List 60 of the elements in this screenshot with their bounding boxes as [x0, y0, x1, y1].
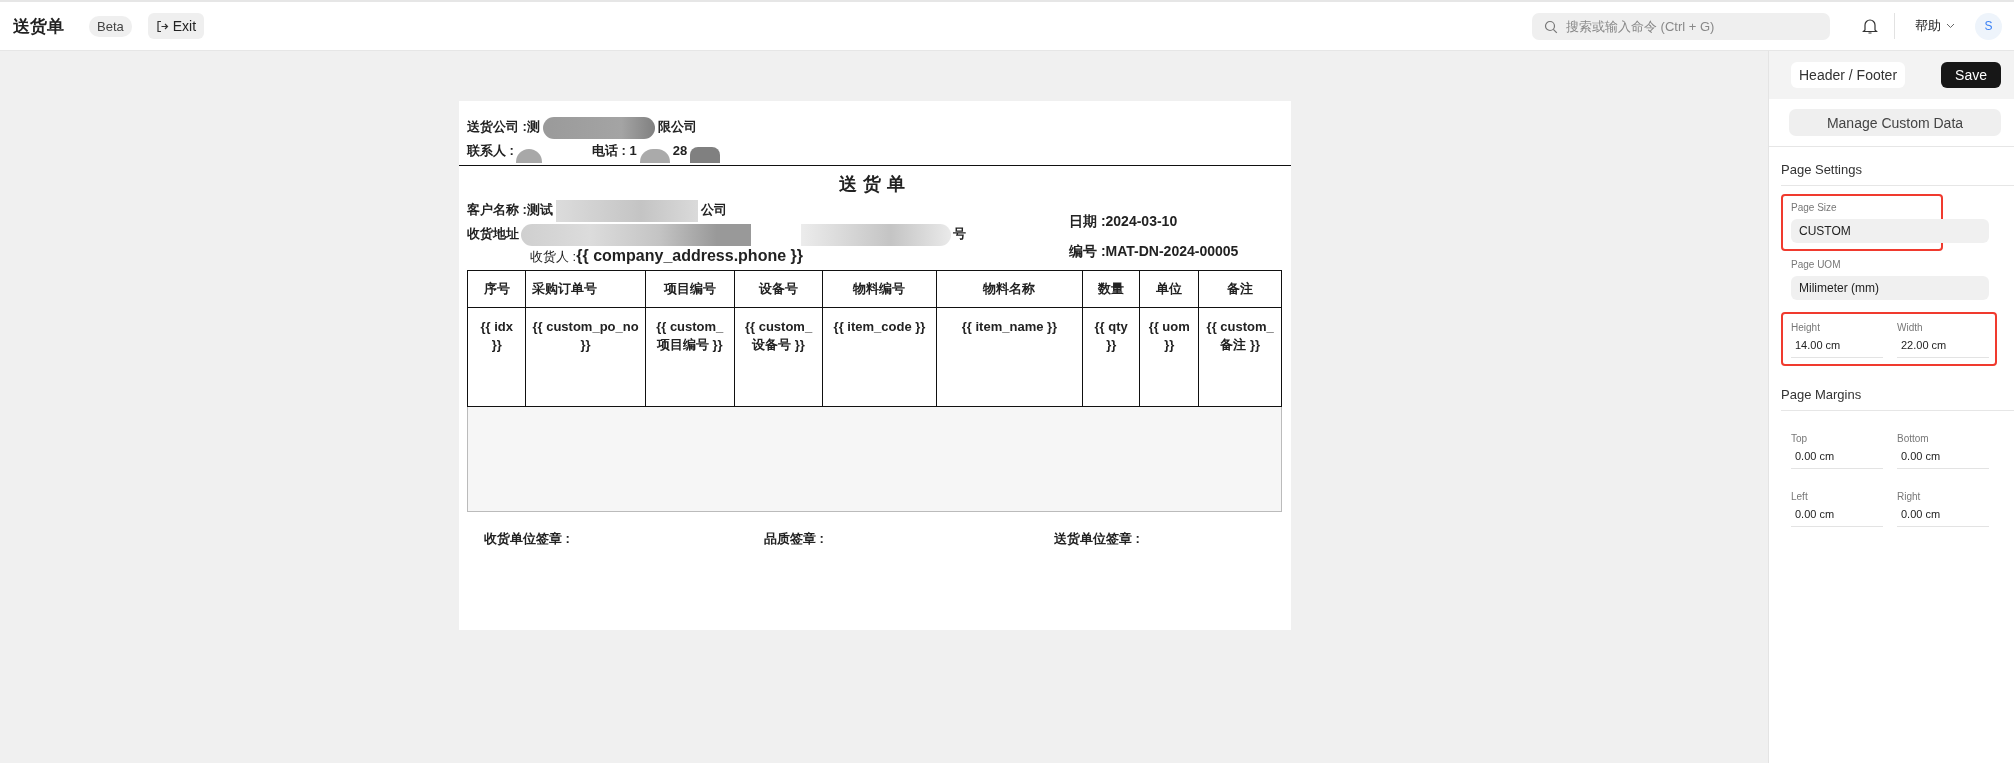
input-field[interactable]: 0.00 cm	[1791, 450, 1883, 469]
table-cell: {{ idx }}	[467, 307, 526, 407]
table-cell: {{ qty }}	[1082, 307, 1140, 407]
customer-name-text: 公司	[700, 201, 727, 219]
table-cell: {{ custom_备注 }}	[1198, 307, 1282, 407]
customer-name-text: 客户名称 :测试	[467, 201, 553, 219]
field-label: Left	[1791, 491, 1809, 502]
sender-company-text: 限公司	[657, 118, 697, 136]
address-fragment: 号	[953, 225, 966, 243]
help-menu[interactable]: 帮助	[1909, 16, 1961, 36]
field-label: Right	[1897, 491, 1922, 502]
field-label: Height	[1791, 322, 1821, 333]
beta-badge: Beta	[89, 15, 132, 37]
receiver-text: 收货人 :{{ company_address.phone }}	[529, 246, 804, 266]
phone-label: 电话 : 1	[591, 142, 637, 160]
column-header: 物料编号	[822, 270, 937, 308]
select-field[interactable]: CUSTOM	[1791, 219, 1989, 243]
signature-label: 品质签章 :	[764, 530, 825, 548]
section-title: Page Margins	[1781, 372, 2014, 411]
field-label: Page UOM	[1791, 259, 1842, 270]
input-field[interactable]: 22.00 cm	[1897, 339, 1989, 358]
column-header: 备注	[1198, 270, 1282, 308]
sender-company-text: 送货公司 :测	[467, 118, 540, 136]
contact-label: 联系人 :	[467, 142, 514, 160]
column-header: 物料名称	[936, 270, 1083, 308]
document-number: 编号 :MAT-DN-2024-00005	[1069, 242, 1240, 261]
field-label: Page Size	[1791, 202, 1838, 213]
select-field[interactable]: Milimeter (mm)	[1791, 276, 1989, 300]
table-cell: {{ custom_项目编号 }}	[645, 307, 735, 407]
search-field[interactable]: 搜索或输入命令 (Ctrl + G)	[1532, 12, 1830, 40]
table-cell: {{ item_name }}	[936, 307, 1083, 407]
column-header: 单位	[1139, 270, 1199, 308]
table-cell: {{ uom }}	[1139, 307, 1199, 407]
manage-custom-data-button[interactable]: Manage Custom Data	[1789, 109, 2001, 136]
table-cell: {{ item_code }}	[822, 307, 937, 407]
signature-label: 送货单位签章 :	[1054, 530, 1140, 548]
phone-fragment: 28	[672, 142, 688, 160]
header-footer-button[interactable]: Header / Footer	[1791, 62, 1906, 88]
input-field[interactable]: 0.00 cm	[1897, 508, 1989, 527]
input-field[interactable]: 0.00 cm	[1791, 508, 1883, 527]
date-text: 日期 :2024-03-10	[1069, 212, 1179, 231]
column-header: 设备号	[734, 270, 823, 308]
input-field[interactable]: 0.00 cm	[1897, 450, 1989, 469]
table-cell: {{ custom_设备号 }}	[734, 307, 823, 407]
field-label: Bottom	[1897, 433, 1930, 444]
field-label: Width	[1897, 322, 1924, 333]
table-cell: {{ custom_po_no }}	[525, 307, 646, 407]
exit-button[interactable]: Exit	[147, 13, 205, 39]
column-header: 数量	[1082, 270, 1140, 308]
section-title: Page Settings	[1781, 147, 2014, 186]
column-header: 序号	[467, 270, 526, 308]
field-label: Top	[1791, 433, 1809, 444]
save-button[interactable]: Save	[1941, 62, 2001, 88]
column-header: 项目编号	[645, 270, 735, 308]
input-field[interactable]: 14.00 cm	[1791, 339, 1883, 358]
page-title: 送货单	[13, 15, 64, 38]
document-title: 送货单	[838, 173, 912, 196]
signature-label: 收货单位签章 :	[484, 530, 571, 548]
column-header: 采购订单号	[525, 270, 646, 308]
address-label: 收货地址	[467, 225, 519, 243]
